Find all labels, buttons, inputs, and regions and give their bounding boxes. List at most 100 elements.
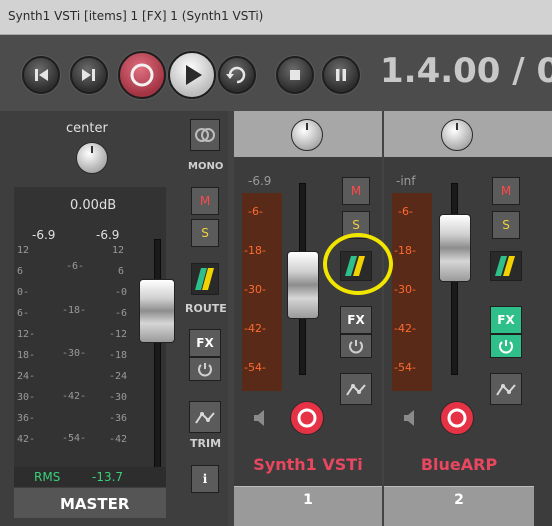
track-volume-fader[interactable] xyxy=(287,251,319,319)
transport-bar: 1.4.00 / 0 xyxy=(0,35,552,111)
master-volume-readout: 0.00dB xyxy=(70,198,117,213)
scale-left-label: 36- xyxy=(17,413,36,424)
record-arm-icon xyxy=(447,408,467,428)
scale-right-label: -30 xyxy=(109,392,128,403)
track-number: 1 xyxy=(303,492,313,508)
scale-right-label: -18 xyxy=(109,350,128,361)
route-stripes-icon xyxy=(495,256,515,276)
track-meter-label: -30- xyxy=(394,283,416,296)
track-strip: -inf -6- -18- -30- -42- -54- M S FX Blue… xyxy=(384,111,552,526)
scale-left-label: 30- xyxy=(17,392,36,403)
record-button[interactable] xyxy=(118,51,166,99)
master-strip: center 0.00dB -6.9 -6.9 12 6 0- 6- 12- 1… xyxy=(0,111,228,526)
track-envelope-button[interactable] xyxy=(490,373,522,405)
track-fx-bypass-button[interactable] xyxy=(490,334,522,358)
track-strip: -6.9 -6- -18- -30- -42- -54- M S FX Synt… xyxy=(234,111,382,526)
scale-mid-label: -30- xyxy=(62,348,87,359)
scale-left-label: 6- xyxy=(17,308,30,319)
pause-button[interactable] xyxy=(322,56,360,94)
track-number: 2 xyxy=(454,492,464,508)
scale-mid-label: -6- xyxy=(66,261,85,272)
track-meter-label: -18- xyxy=(244,244,266,257)
stop-button[interactable] xyxy=(276,56,314,94)
track-meter-label: -6- xyxy=(398,205,413,218)
track-pan-knob[interactable] xyxy=(291,119,323,151)
highlight-circle xyxy=(323,233,393,295)
record-arm-icon xyxy=(297,408,317,428)
scale-left-label: 12- xyxy=(17,329,36,340)
track-pan-knob[interactable] xyxy=(441,119,473,151)
play-button[interactable] xyxy=(168,51,216,99)
master-mute-button[interactable]: M xyxy=(191,187,219,215)
master-peak-left: -6.9 xyxy=(32,228,56,242)
master-rms-value: -13.7 xyxy=(92,470,124,484)
trim-label: TRIM xyxy=(190,437,222,450)
power-icon xyxy=(349,340,363,354)
stereo-circles-icon xyxy=(195,128,215,142)
track-mute-button[interactable]: M xyxy=(492,177,520,205)
master-volume-fader[interactable] xyxy=(139,279,175,343)
master-pan-knob[interactable] xyxy=(76,142,108,174)
master-peak-right: -6.9 xyxy=(96,228,120,242)
track-number-tab[interactable]: 2 xyxy=(384,486,534,526)
scale-right-label: 12 xyxy=(112,245,125,256)
track-routing-button[interactable] xyxy=(490,251,522,281)
scale-right-label: 6 xyxy=(118,266,125,277)
track-meter-label: -42- xyxy=(244,322,266,335)
repeat-icon xyxy=(226,66,246,84)
master-fader-track xyxy=(154,239,161,476)
scale-right-label: -36 xyxy=(109,413,128,424)
track-speaker-icon[interactable] xyxy=(402,407,418,429)
scale-left-label: 0- xyxy=(17,287,30,298)
skip-back-icon xyxy=(35,69,48,81)
window-title: Synth1 VSTi [items] 1 [FX] 1 (Synth1 VST… xyxy=(8,9,264,23)
go-to-end-button[interactable] xyxy=(70,56,108,94)
repeat-button[interactable] xyxy=(218,56,256,94)
scale-left-label: 12 xyxy=(17,245,30,256)
master-solo-button[interactable]: S xyxy=(191,219,219,247)
master-info-button[interactable]: i xyxy=(191,465,219,493)
stop-icon xyxy=(290,70,300,80)
track-fx-bypass-button[interactable] xyxy=(340,334,372,358)
track-fx-button[interactable]: FX xyxy=(340,306,372,334)
track-speaker-icon[interactable] xyxy=(252,407,268,429)
track-record-arm-button[interactable] xyxy=(440,401,474,435)
envelope-icon xyxy=(346,384,366,396)
track-solo-button[interactable]: S xyxy=(492,211,520,239)
master-routing-button[interactable] xyxy=(191,263,219,295)
track-fx-button[interactable]: FX xyxy=(490,306,522,334)
mono-toggle-button[interactable] xyxy=(190,119,220,151)
master-envelope-button[interactable] xyxy=(189,401,221,433)
power-icon xyxy=(198,363,212,377)
track-meter-label: -54- xyxy=(244,361,266,374)
master-fx-bypass-button[interactable] xyxy=(189,357,221,381)
track-meter-label: -42- xyxy=(394,322,416,335)
scale-right-label: -12 xyxy=(109,329,128,340)
master-pan-label: center xyxy=(66,121,108,136)
track-number-tab[interactable]: 1 xyxy=(234,486,382,526)
master-track-name: MASTER xyxy=(60,495,130,513)
track-name[interactable]: BlueARP xyxy=(384,455,534,474)
master-rms-label: RMS xyxy=(34,470,61,484)
track-meter-label: -6- xyxy=(248,205,263,218)
go-to-start-button[interactable] xyxy=(22,56,60,94)
scale-left-label: 6 xyxy=(17,266,24,277)
scale-right-label: -0 xyxy=(115,287,128,298)
track-volume-fader[interactable] xyxy=(439,214,471,282)
time-display: 1.4.00 / 0 xyxy=(380,51,552,91)
scale-mid-label: -18- xyxy=(62,305,87,316)
track-mute-button[interactable]: M xyxy=(342,177,370,205)
master-fx-button[interactable]: FX xyxy=(189,329,221,357)
track-name[interactable]: Synth1 VSTi xyxy=(234,455,382,474)
track-meter-label: -54- xyxy=(394,361,416,374)
track-peak-readout: -6.9 xyxy=(248,174,272,188)
route-label: ROUTE xyxy=(185,302,227,315)
track-peak-readout: -inf xyxy=(396,174,416,188)
route-stripes-icon xyxy=(195,268,214,290)
mono-label: MONO xyxy=(188,161,224,172)
skip-forward-icon xyxy=(82,69,95,81)
track-envelope-button[interactable] xyxy=(340,373,372,405)
track-record-arm-button[interactable] xyxy=(290,401,324,435)
mixer-panel: center 0.00dB -6.9 -6.9 12 6 0- 6- 12- 1… xyxy=(0,111,552,526)
scale-left-label: 18- xyxy=(17,350,36,361)
